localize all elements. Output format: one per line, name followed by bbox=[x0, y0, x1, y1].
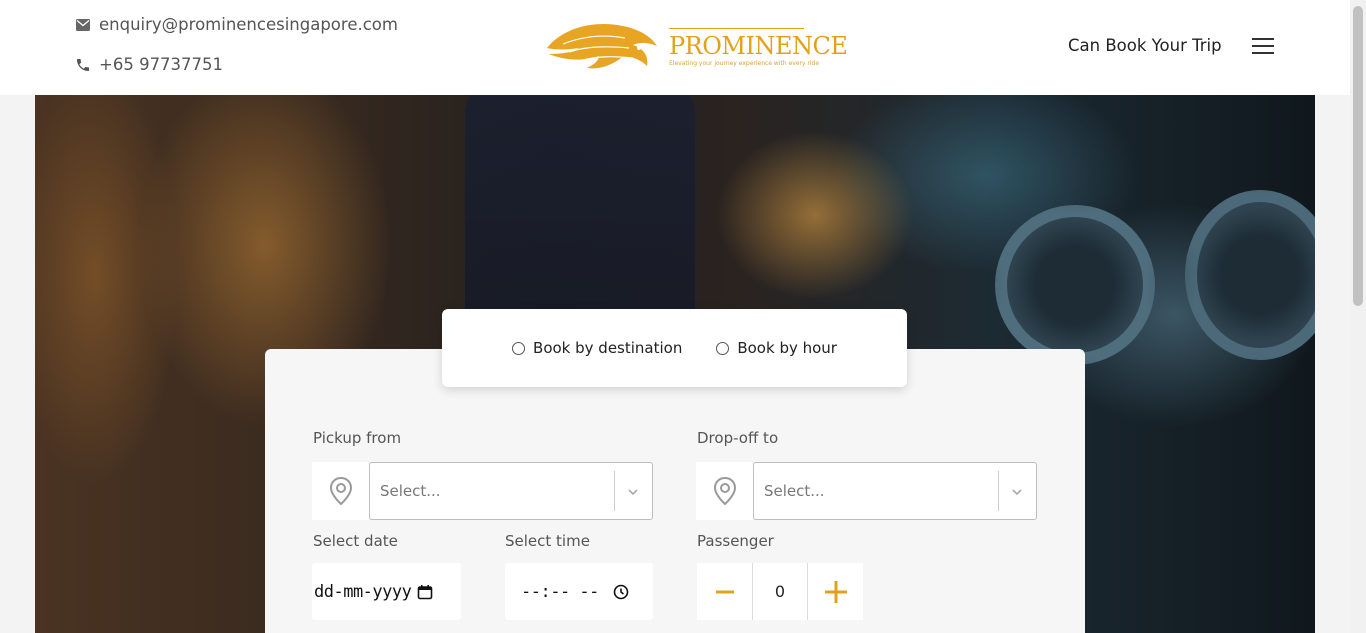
radio-book-by-hour[interactable]: Book by hour bbox=[716, 339, 837, 357]
minus-icon bbox=[715, 590, 734, 593]
brand-name: PROMINENCE bbox=[669, 32, 848, 60]
increment-button[interactable] bbox=[808, 563, 863, 620]
booking-mode-card: Book by destination Book by hour bbox=[442, 309, 907, 387]
dropoff-placeholder: Select... bbox=[764, 482, 825, 500]
date-label: Select date bbox=[313, 532, 398, 550]
logo-rule bbox=[669, 28, 804, 29]
radio-book-by-destination[interactable]: Book by destination bbox=[512, 339, 682, 357]
brand-logo[interactable]: PROMINENCE Elevating your journey experi… bbox=[543, 18, 848, 74]
radio-label[interactable]: Book by hour bbox=[737, 339, 837, 357]
passenger-stepper: 0 bbox=[697, 563, 863, 620]
calendar-icon[interactable] bbox=[417, 584, 433, 600]
clock-icon[interactable] bbox=[613, 584, 629, 600]
hamburger-menu-icon[interactable] bbox=[1252, 38, 1274, 56]
site-header: enquiry@prominencesingapore.com +65 9773… bbox=[0, 0, 1350, 95]
plus-icon bbox=[824, 580, 847, 603]
chevron-down-icon[interactable] bbox=[626, 485, 640, 499]
passenger-label: Passenger bbox=[697, 532, 774, 550]
time-value[interactable]: --:-- -- bbox=[521, 582, 599, 602]
lion-logo-icon bbox=[547, 24, 657, 69]
select-separator bbox=[614, 471, 615, 511]
contact-email[interactable]: enquiry@prominencesingapore.com bbox=[75, 15, 398, 34]
dropoff-label: Drop-off to bbox=[697, 429, 779, 447]
booking-form-panel: Pickup from Select... Drop-off to Select… bbox=[265, 349, 1085, 633]
email-text[interactable]: enquiry@prominencesingapore.com bbox=[99, 15, 398, 34]
car-headlight-right bbox=[1185, 190, 1315, 360]
pickup-placeholder: Select... bbox=[380, 482, 441, 500]
pickup-label: Pickup from bbox=[313, 429, 402, 447]
date-value[interactable]: dd-mm-yyyy bbox=[314, 582, 412, 602]
decrement-button[interactable] bbox=[697, 563, 752, 620]
mail-icon bbox=[75, 17, 91, 33]
date-input[interactable]: dd-mm-yyyy bbox=[312, 563, 461, 620]
passenger-count[interactable]: 0 bbox=[752, 563, 808, 620]
radio-label[interactable]: Book by destination bbox=[533, 339, 682, 357]
chevron-down-icon[interactable] bbox=[1010, 485, 1024, 499]
select-separator bbox=[998, 471, 999, 511]
dropoff-select[interactable]: Select... bbox=[753, 462, 1037, 520]
dropoff-location-pin-icon bbox=[696, 462, 753, 520]
pickup-select[interactable]: Select... bbox=[369, 462, 653, 520]
radio-circle[interactable] bbox=[716, 341, 730, 355]
brand-tagline: Elevating your journey experience with e… bbox=[669, 60, 820, 67]
phone-text[interactable]: +65 97737751 bbox=[99, 55, 223, 74]
phone-icon bbox=[75, 57, 91, 73]
book-trip-link[interactable]: Can Book Your Trip bbox=[1068, 36, 1222, 55]
contact-phone[interactable]: +65 97737751 bbox=[75, 55, 223, 74]
pickup-location-pin-icon bbox=[312, 462, 369, 520]
scrollbar-thumb[interactable] bbox=[1353, 6, 1363, 306]
radio-circle[interactable] bbox=[512, 341, 526, 355]
page-scrollbar[interactable] bbox=[1350, 0, 1366, 633]
car-headlight-left bbox=[995, 205, 1155, 365]
time-input[interactable]: --:-- -- bbox=[505, 563, 653, 620]
time-label: Select time bbox=[505, 532, 590, 550]
